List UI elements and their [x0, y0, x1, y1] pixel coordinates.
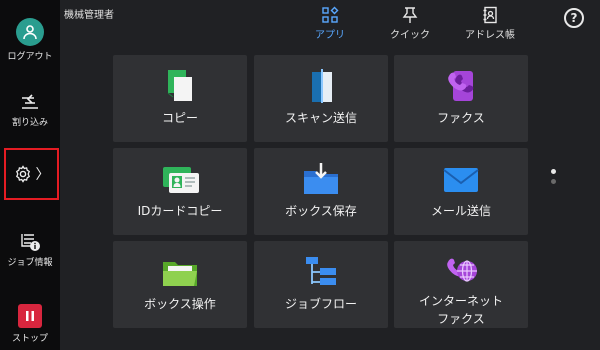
app-tile-label: インターネット ファクス — [418, 294, 503, 326]
settings-button[interactable]: 〉 — [4, 148, 59, 200]
copy-icon — [160, 65, 200, 107]
app-tile-label: コピー — [161, 111, 198, 125]
app-tile-scan[interactable]: スキャン送信 — [254, 55, 388, 142]
interrupt-icon — [22, 94, 38, 109]
page-indicator-dot-active — [551, 169, 556, 174]
gear-icon — [15, 165, 30, 183]
address-book-icon — [483, 6, 497, 24]
user-name: 機械管理者 — [64, 10, 114, 21]
tab-quick[interactable]: クイック — [375, 6, 445, 41]
job-info-label: ジョブ情報 — [7, 258, 53, 268]
apps-icon — [322, 6, 339, 23]
logout-label: ログアウト — [7, 52, 53, 62]
logout-button[interactable]: ログアウト — [0, 18, 60, 62]
pin-icon — [402, 7, 418, 23]
tab-apps-label: アプリ — [315, 30, 345, 41]
fax-icon — [441, 65, 481, 107]
app-tile-label: メール送信 — [430, 204, 491, 218]
help-icon: ? — [570, 11, 578, 25]
job-info-button[interactable]: ジョブ情報 — [0, 230, 60, 268]
tab-apps[interactable]: アプリ — [295, 6, 365, 41]
app-tile-label: スキャン送信 — [284, 111, 357, 125]
id-card-icon — [159, 158, 201, 200]
app-tile-internet-fax[interactable]: インターネット ファクス — [394, 241, 528, 328]
interrupt-label: 割り込み — [11, 118, 48, 128]
sidebar: ログアウト 割り込み 〉 ジョブ情報 ストップ — [0, 0, 60, 350]
tab-address-book-label: アドレス帳 — [465, 30, 515, 41]
help-button[interactable]: ? — [564, 8, 584, 28]
mail-icon — [440, 158, 482, 200]
app-tile-job-flow[interactable]: ジョブフロー — [254, 241, 388, 328]
app-tile-mail-send[interactable]: メール送信 — [394, 148, 528, 235]
tab-quick-label: クイック — [390, 30, 430, 41]
stop-label: ストップ — [11, 334, 48, 344]
app-tile-label: IDカードコピー — [137, 204, 223, 218]
app-tile-box-save[interactable]: ボックス保存 — [254, 148, 388, 235]
app-tile-box-operation[interactable]: ボックス操作 — [113, 241, 247, 328]
stop-icon — [18, 304, 42, 328]
job-flow-icon — [300, 251, 342, 293]
scan-icon — [301, 65, 341, 107]
app-tile-copy[interactable]: コピー — [113, 55, 247, 142]
internet-fax-icon — [440, 251, 482, 292]
app-tile-fax[interactable]: ファクス — [394, 55, 528, 142]
tab-address-book[interactable]: アドレス帳 — [455, 6, 525, 41]
app-tile-label: ファクス — [437, 111, 485, 125]
app-tile-label: ボックス保存 — [285, 204, 357, 218]
box-save-icon — [300, 158, 342, 200]
stop-button[interactable]: ストップ — [0, 304, 60, 344]
folder-icon — [159, 251, 201, 293]
logout-icon — [16, 18, 44, 46]
chevron-right-icon: 〉 — [35, 167, 50, 183]
page-indicator-dot — [551, 179, 556, 184]
app-tile-label: ボックス操作 — [144, 297, 216, 311]
app-tile-id-card-copy[interactable]: IDカードコピー — [113, 148, 247, 235]
app-tile-label: ジョブフロー — [284, 297, 357, 311]
job-info-icon — [21, 234, 40, 251]
interrupt-button[interactable]: 割り込み — [0, 92, 60, 128]
